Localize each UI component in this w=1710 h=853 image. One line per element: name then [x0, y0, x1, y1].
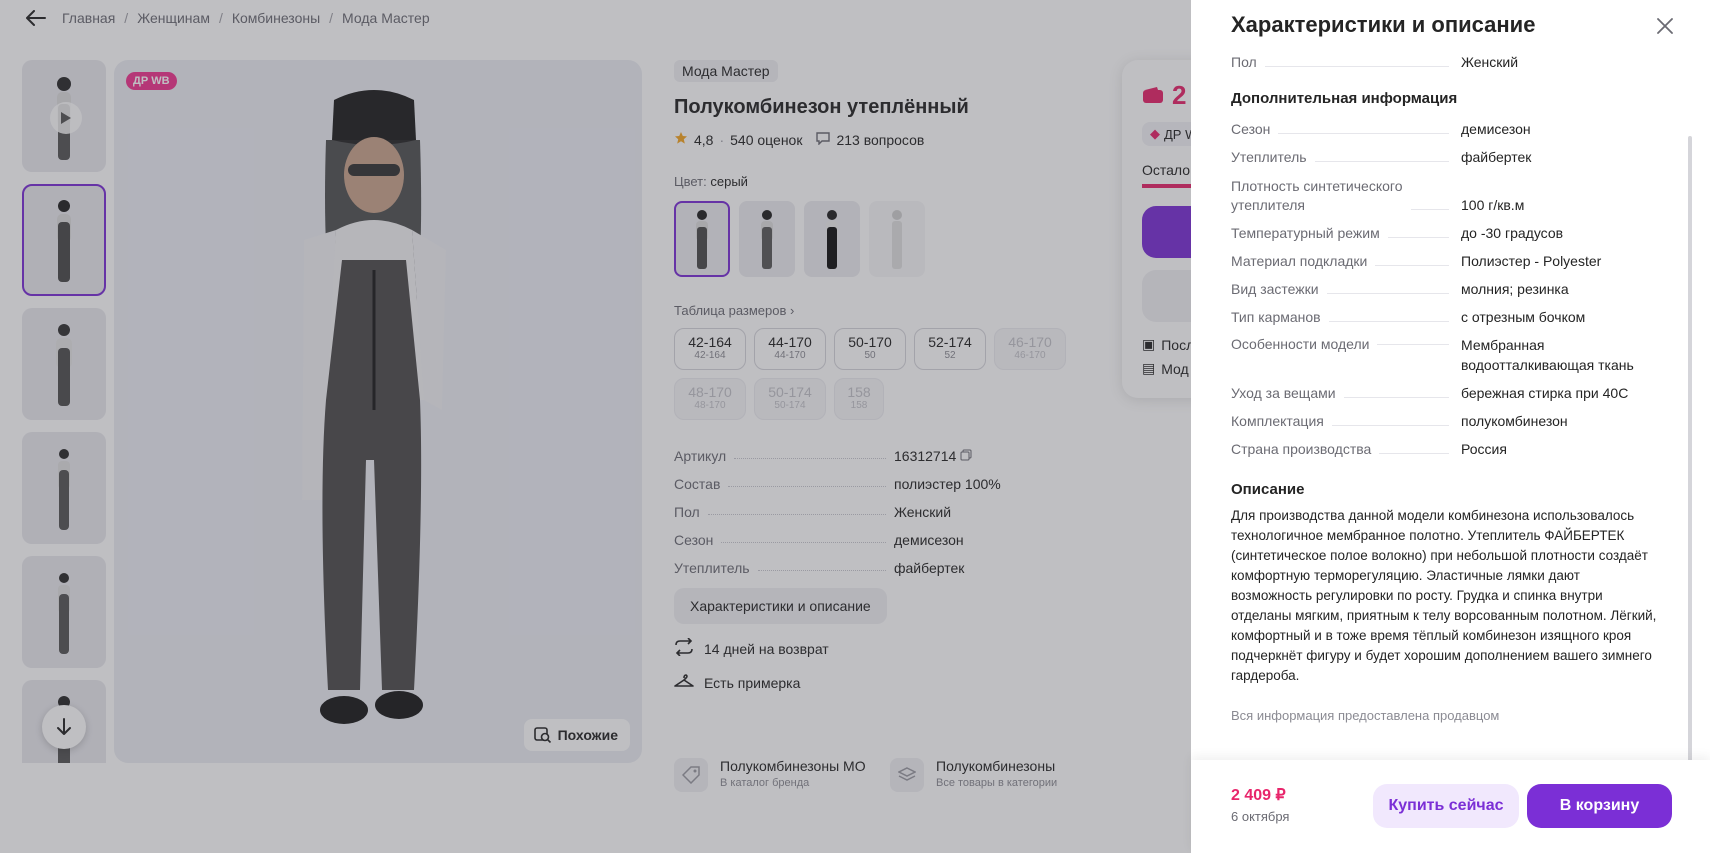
char-row: Утеплитель файбертек	[1231, 139, 1657, 167]
char-value: файбертек	[1461, 149, 1532, 165]
char-key: Особенности модели	[1231, 335, 1461, 354]
char-key: Сезон	[1231, 120, 1461, 139]
char-key: Вид застежки	[1231, 280, 1461, 299]
char-value: Мембранная водоотталкивающая ткань	[1461, 337, 1634, 373]
char-value: 100 г/кв.м	[1461, 197, 1525, 213]
drawer-scrollbar[interactable]	[1688, 136, 1692, 762]
char-key: Утеплитель	[1231, 148, 1461, 167]
char-value: с отрезным бочком	[1461, 309, 1586, 325]
char-row: Особенности модели Мембранная водоотталк…	[1231, 327, 1657, 375]
drawer-footer: 2 409 ₽ 6 октября Купить сейчас В корзин…	[1191, 760, 1710, 853]
char-key: Температурный режим	[1231, 224, 1461, 243]
char-value: Полиэстер - Polyester	[1461, 253, 1602, 269]
char-value: полукомбинезон	[1461, 413, 1568, 429]
characteristics-drawer: Характеристики и описание Пол Женский До…	[1191, 0, 1710, 853]
char-row: Пол Женский	[1231, 50, 1657, 72]
char-row: Материал подкладки Полиэстер - Polyester	[1231, 243, 1657, 271]
char-key: Комплектация	[1231, 412, 1461, 431]
char-row: Уход за вещами бережная стирка при 40С	[1231, 375, 1657, 403]
char-value: до -30 градусов	[1461, 225, 1564, 241]
char-value: бережная стирка при 40С	[1461, 385, 1629, 401]
section-additional-info: Дополнительная информация	[1231, 90, 1458, 107]
char-key: Пол	[1231, 53, 1461, 72]
char-key: Материал подкладки	[1231, 252, 1461, 271]
char-row: Плотность синтетического утеплителя 100 …	[1231, 167, 1657, 215]
footer-price: 2 409 ₽	[1231, 787, 1286, 804]
char-key: Плотность синтетического утеплителя	[1231, 177, 1461, 215]
char-key: Уход за вещами	[1231, 384, 1461, 403]
char-row: Страна производства Россия	[1231, 431, 1657, 459]
char-value: демисезон	[1461, 121, 1531, 137]
char-row: Комплектация полукомбинезон	[1231, 403, 1657, 431]
char-row: Тип карманов с отрезным бочком	[1231, 299, 1657, 327]
char-key: Тип карманов	[1231, 308, 1461, 327]
char-row: Сезон демисезон	[1231, 111, 1657, 139]
close-icon[interactable]	[1653, 14, 1677, 38]
char-row: Вид застежки молния; резинка	[1231, 271, 1657, 299]
drawer-content[interactable]: Пол Женский Дополнительная информация Се…	[1231, 50, 1657, 760]
description-text: Для производства данной модели комбинезо…	[1231, 508, 1657, 683]
char-key: Страна производства	[1231, 440, 1461, 459]
delivery-date: 6 октября	[1231, 809, 1290, 824]
seller-info-note: Вся информация предоставлена продавцом	[1231, 708, 1500, 723]
char-value: Женский	[1461, 54, 1519, 70]
char-value: молния; резинка	[1461, 281, 1569, 297]
drawer-title: Характеристики и описание	[1231, 12, 1536, 37]
section-description: Описание	[1231, 481, 1305, 498]
buy-now-button[interactable]: Купить сейчас	[1373, 784, 1519, 828]
add-to-cart-button[interactable]: В корзину	[1527, 784, 1672, 828]
char-row: Температурный режим до -30 градусов	[1231, 215, 1657, 243]
char-value: Россия	[1461, 441, 1507, 457]
